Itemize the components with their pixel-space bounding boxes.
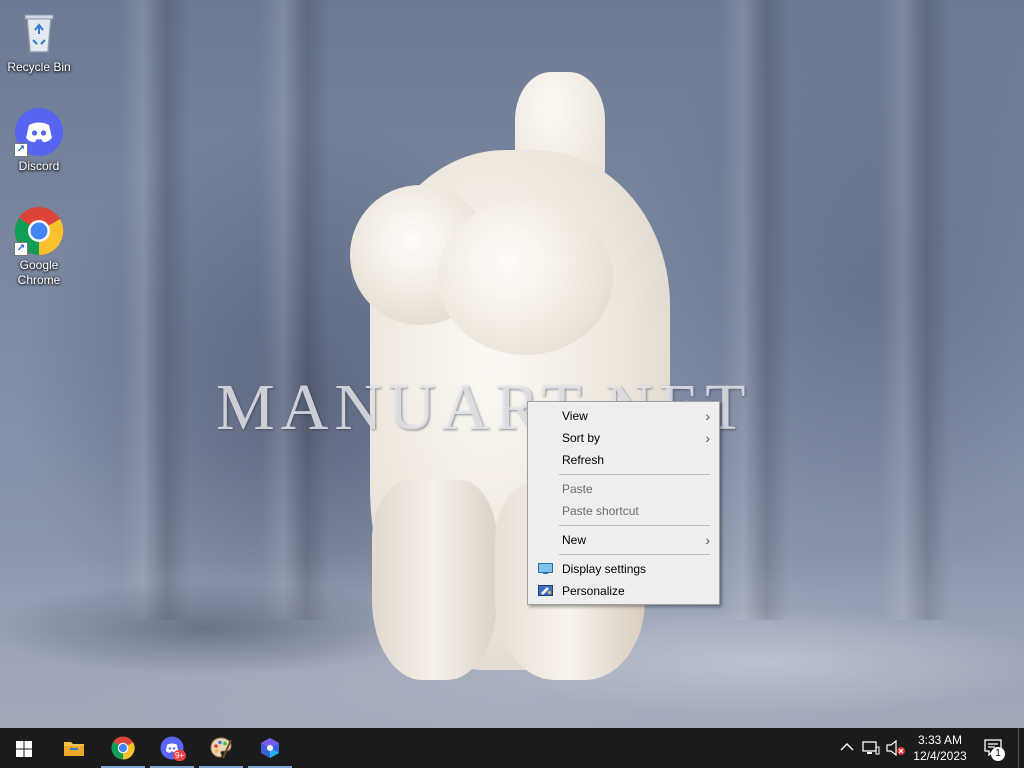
menu-item-sort-by[interactable]: Sort by › <box>531 427 716 449</box>
taskbar: 9+ 3:33 AM 12/4/2023 1 <box>0 728 1024 768</box>
taskbar-copilot[interactable] <box>246 728 294 768</box>
menu-item-label: Display settings <box>562 562 647 576</box>
menu-item-label: Refresh <box>562 453 605 467</box>
chevron-up-icon <box>840 743 854 751</box>
menu-item-view[interactable]: View › <box>531 405 716 427</box>
desktop-icon-label: Discord <box>18 159 60 173</box>
desktop-icon-recycle-bin[interactable]: Recycle Bin <box>0 4 78 75</box>
recycle-bin-icon <box>14 8 64 58</box>
chevron-right-icon: › <box>705 532 710 548</box>
desktop-icon-discord[interactable]: ↗ Discord <box>0 103 78 174</box>
menu-separator <box>559 474 710 475</box>
menu-item-paste-shortcut[interactable]: Paste shortcut <box>531 500 716 522</box>
menu-item-label: View <box>562 409 588 423</box>
speaker-muted-icon <box>886 740 905 756</box>
show-desktop-button[interactable] <box>1018 728 1024 768</box>
notification-center-button[interactable]: 1 <box>978 728 1014 768</box>
windows-logo-icon <box>16 741 32 757</box>
menu-item-label: Sort by <box>562 431 601 445</box>
start-button[interactable] <box>0 728 48 768</box>
desktop-icon-label: Recycle Bin <box>7 60 71 74</box>
discord-icon: ↗ <box>14 107 64 157</box>
curtain-fold <box>260 0 330 620</box>
curtain-fold <box>120 0 190 620</box>
shortcut-arrow-icon: ↗ <box>14 242 28 256</box>
desktop-icon-google-chrome[interactable]: ↗ Google Chrome <box>0 202 78 288</box>
desktop[interactable]: MANUART.NET Recycle Bin ↗ Discord ↗ Goog… <box>0 0 1024 728</box>
menu-separator <box>559 554 710 555</box>
taskbar-google-chrome[interactable] <box>99 728 147 768</box>
notification-badge: 9+ <box>173 750 186 761</box>
curtain-fold <box>880 0 950 620</box>
clock-date: 12/4/2023 <box>913 749 967 763</box>
menu-item-new[interactable]: New › <box>531 529 716 551</box>
menu-item-personalize[interactable]: Personalize <box>531 580 716 602</box>
folder-icon <box>64 742 84 756</box>
sculpture-leg <box>372 480 497 680</box>
menu-item-display-settings[interactable]: Display settings <box>531 558 716 580</box>
menu-item-label: Personalize <box>562 584 625 598</box>
taskbar-clock[interactable]: 3:33 AM 12/4/2023 <box>910 728 970 768</box>
curtain-fold <box>720 0 790 620</box>
copilot-icon <box>261 738 279 758</box>
desktop-context-menu: View › Sort by › Refresh Paste Paste sho… <box>527 401 720 605</box>
clock-time: 3:33 AM <box>917 733 963 747</box>
desktop-icon-label: Google Chrome <box>17 258 61 287</box>
menu-separator <box>559 525 710 526</box>
menu-item-paste[interactable]: Paste <box>531 478 716 500</box>
display-icon <box>538 563 553 574</box>
chevron-right-icon: › <box>705 430 710 446</box>
shortcut-arrow-icon: ↗ <box>14 143 28 157</box>
menu-item-label: New <box>562 533 587 547</box>
chrome-icon <box>111 736 135 760</box>
menu-item-label: Paste <box>562 482 593 496</box>
menu-item-refresh[interactable]: Refresh <box>531 449 716 471</box>
notification-count-badge: 1 <box>991 747 1005 761</box>
personalize-icon <box>538 585 553 596</box>
chevron-right-icon: › <box>705 408 710 424</box>
taskbar-discord[interactable]: 9+ <box>148 728 196 768</box>
taskbar-file-explorer[interactable] <box>50 728 98 768</box>
taskbar-paint[interactable] <box>197 728 245 768</box>
sculpture-detail <box>438 200 613 355</box>
network-icon <box>862 741 880 755</box>
network-status[interactable] <box>860 728 882 768</box>
volume-control[interactable] <box>884 728 908 768</box>
menu-item-label: Paste shortcut <box>562 504 639 518</box>
show-hidden-icons-button[interactable] <box>838 728 856 768</box>
chrome-icon: ↗ <box>14 206 64 256</box>
paint-palette-icon <box>210 737 232 759</box>
